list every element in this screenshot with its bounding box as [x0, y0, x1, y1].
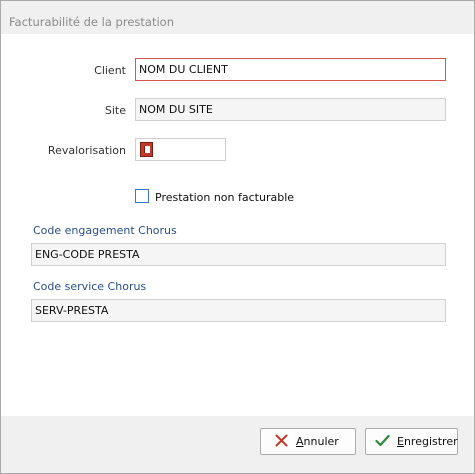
site-label: Site — [104, 104, 126, 117]
save-label: Enregistrer — [397, 435, 458, 448]
code-service-label: Code service Chorus — [33, 280, 147, 293]
cancel-button[interactable]: Annuler — [260, 428, 356, 455]
revalorisation-field[interactable] — [135, 138, 226, 161]
check-icon — [375, 434, 390, 450]
title-bar: Facturabilité de la prestation — [1, 1, 474, 34]
site-field[interactable]: NOM DU SITE — [135, 98, 446, 121]
dialog-window: Facturabilité de la prestation Client NO… — [0, 0, 475, 474]
index-icon[interactable] — [140, 142, 153, 157]
save-button[interactable]: Enregistrer — [365, 428, 458, 455]
window-title: Facturabilité de la prestation — [9, 15, 174, 29]
revalorisation-label: Revalorisation — [47, 144, 126, 157]
client-label: Client — [94, 64, 126, 77]
close-icon — [275, 434, 288, 450]
non-facturable-checkbox[interactable] — [135, 189, 149, 203]
code-engagement-label: Code engagement Chorus — [33, 224, 177, 237]
code-service-field[interactable]: SERV-PRESTA — [31, 299, 446, 322]
code-engagement-field[interactable]: ENG-CODE PRESTA — [31, 243, 446, 266]
cancel-label: Annuler — [296, 435, 339, 448]
client-field[interactable]: NOM DU CLIENT — [135, 58, 446, 81]
non-facturable-label[interactable]: Prestation non facturable — [155, 191, 294, 204]
